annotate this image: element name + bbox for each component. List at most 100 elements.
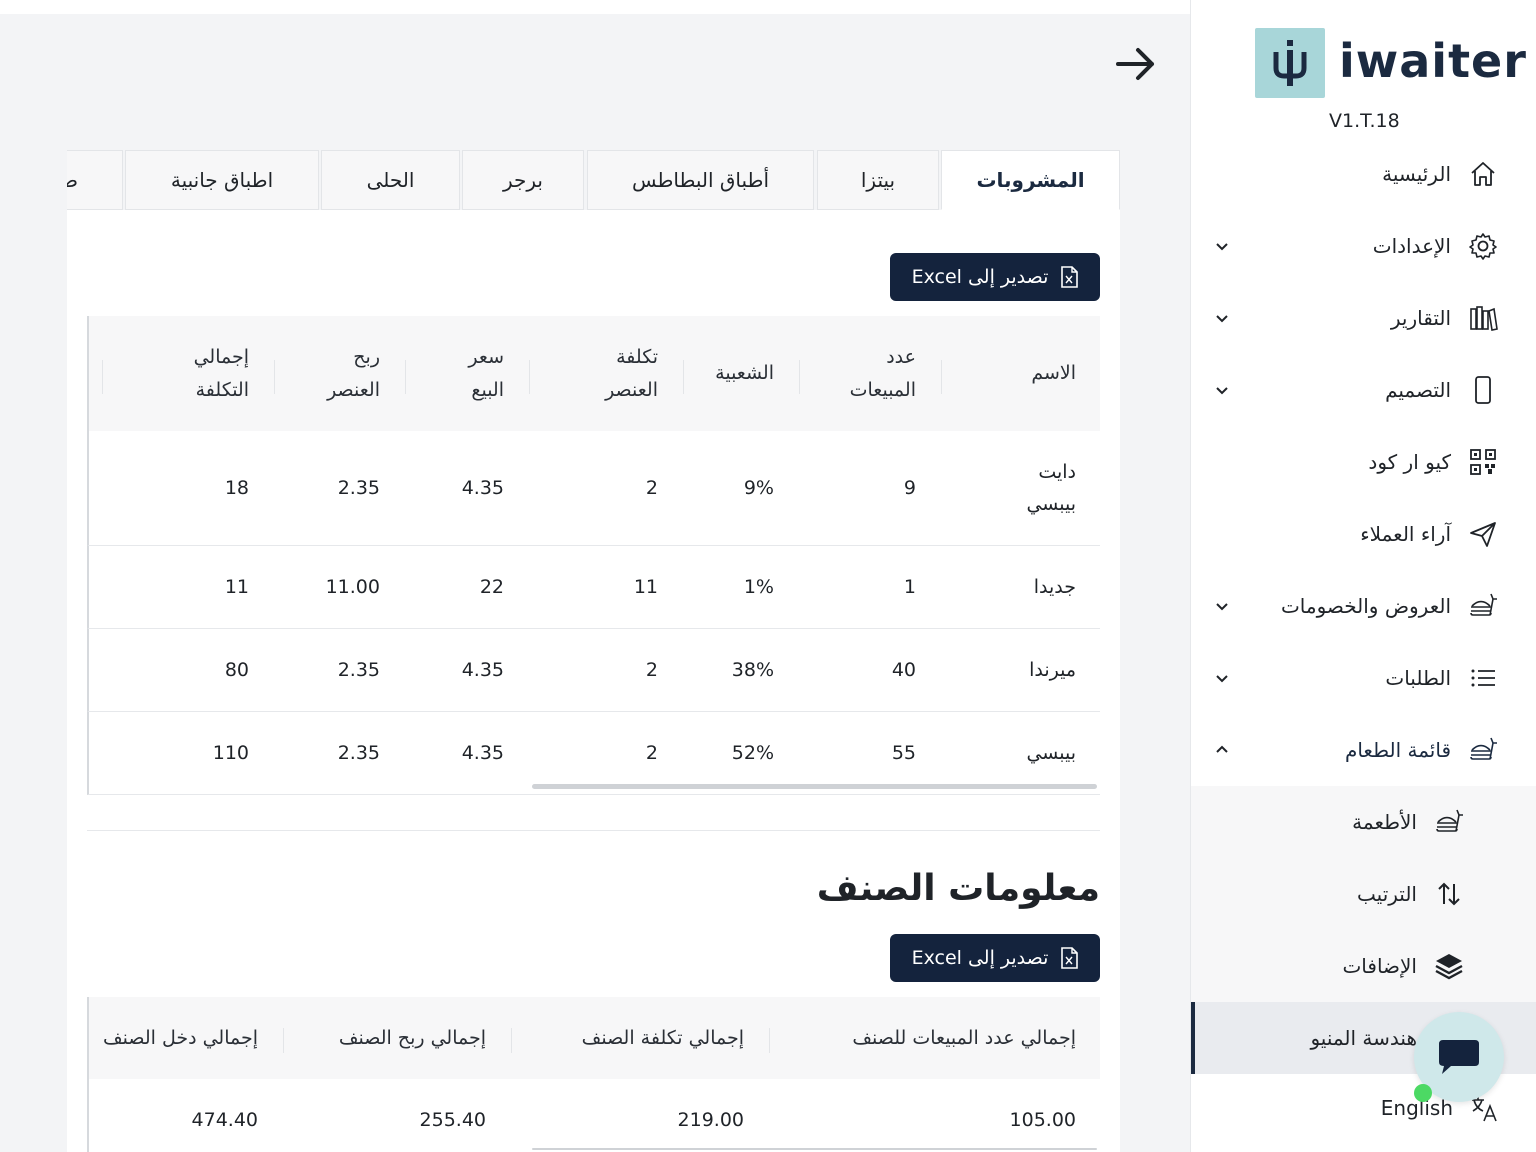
sidebar-item-label: الطلبات xyxy=(1385,666,1451,690)
food-icon xyxy=(1433,806,1465,838)
sidebar-item-label: العروض والخصومات xyxy=(1280,594,1451,618)
chevron-down-icon xyxy=(1216,387,1228,395)
gear-icon xyxy=(1467,230,1499,262)
sidebar-item-orders[interactable]: الطلبات xyxy=(1191,642,1536,714)
total-cost: 110 xyxy=(212,741,249,764)
chevron-up-icon xyxy=(1216,745,1228,753)
sale-price: 4.35 xyxy=(461,658,504,681)
column-header: عدد المبيعات xyxy=(849,346,916,401)
total-income: 474.40 xyxy=(191,1109,258,1132)
sidebar-item-label: الإعدادات xyxy=(1372,234,1451,258)
total-profit: 255.40 xyxy=(419,1109,486,1132)
sidebar-item-label: الأطعمة xyxy=(1352,810,1417,834)
export-excel-button[interactable]: تصدير إلى Excel xyxy=(890,934,1100,982)
table-row: ميرندا 40 38% 2 4.35 2.35 80 xyxy=(87,629,1100,712)
sidebar-item-addons[interactable]: الإضافات xyxy=(1191,930,1536,1002)
popularity: 52% xyxy=(731,741,774,764)
column-header: تكلفة العنصر xyxy=(605,346,658,401)
sales-count: 55 xyxy=(891,741,916,764)
item-profit: 11.00 xyxy=(325,575,380,598)
sidebar-item-offers[interactable]: العروض والخصومات xyxy=(1191,570,1536,642)
column-header: الاسم xyxy=(1031,362,1076,385)
tab-burger[interactable]: برجر xyxy=(462,150,584,210)
sidebar-item-reviews[interactable]: آراء العملاء xyxy=(1191,498,1536,570)
arrow-right-icon[interactable] xyxy=(1112,40,1160,88)
food-icon xyxy=(1467,734,1499,766)
sale-price: 22 xyxy=(479,575,504,598)
category-tabs: المشروبات بيتزا أطباق البطاطس برجر الحلى… xyxy=(67,150,1120,210)
popularity: 38% xyxy=(731,658,774,681)
list-icon xyxy=(1467,662,1499,694)
category-info-table: إجمالي عدد المبيعات للصنف إجمالي تكلفة ا… xyxy=(87,997,1100,1152)
column-header: سعر البيع xyxy=(468,346,504,401)
sidebar-item-design[interactable]: التصميم xyxy=(1191,354,1536,426)
tab-potatoes[interactable]: أطباق البطاطس xyxy=(587,150,814,210)
item-name: ميرندا xyxy=(1029,658,1076,681)
layers-icon xyxy=(1433,950,1465,982)
tab-side-dishes[interactable]: اطباق جانبية xyxy=(125,150,319,210)
sidebar-item-settings[interactable]: الإعدادات xyxy=(1191,210,1536,282)
online-status-dot xyxy=(1414,1084,1432,1102)
qr-code-icon xyxy=(1467,446,1499,478)
chevron-down-icon xyxy=(1216,675,1228,683)
sale-price: 4.35 xyxy=(461,476,504,499)
table-row: دايت بيبسي 9 9% 2 4.35 2.35 18 xyxy=(87,431,1100,546)
item-name: جديدا xyxy=(1033,575,1076,598)
popularity: 1% xyxy=(743,575,774,598)
table-scrollbar[interactable] xyxy=(532,1148,1097,1150)
sale-price: 4.35 xyxy=(461,741,504,764)
sidebar-item-label: هندسة المنيو xyxy=(1310,1026,1417,1050)
mobile-icon xyxy=(1467,374,1499,406)
column-header: ربح العنصر xyxy=(327,346,380,401)
table-scrollbar[interactable] xyxy=(532,784,1097,789)
send-icon xyxy=(1467,518,1499,550)
sidebar-item-home[interactable]: الرئيسية xyxy=(1191,138,1536,210)
chevron-down-icon xyxy=(1216,603,1228,611)
logo-mark xyxy=(1255,28,1325,98)
total-sales: 105.00 xyxy=(1009,1109,1076,1132)
item-cost: 2 xyxy=(645,741,658,764)
sidebar-item-label: الإضافات xyxy=(1342,954,1417,978)
export-excel-button[interactable]: تصدير إلى Excel xyxy=(890,253,1100,301)
sidebar-item-reports[interactable]: التقارير xyxy=(1191,282,1536,354)
table-header: الاسم عدد المبيعات الشعبية تكلفة العنصر … xyxy=(87,316,1100,431)
top-bar xyxy=(0,0,1190,14)
popularity: 9% xyxy=(743,476,774,499)
total-cost: 80 xyxy=(224,658,249,681)
item-cost: 11 xyxy=(633,575,658,598)
sort-icon xyxy=(1433,878,1465,910)
food-menu-submenu: الأطعمة الترتيب الإضافات xyxy=(1191,786,1536,1002)
total-cost: 18 xyxy=(224,476,249,499)
file-excel-icon xyxy=(1061,266,1079,288)
sidebar-item-sorting[interactable]: الترتيب xyxy=(1191,858,1536,930)
sidebar-item-qr-code[interactable]: كيو ار كود xyxy=(1191,426,1536,498)
sales-count: 40 xyxy=(891,658,916,681)
export-excel-label: تصدير إلى Excel xyxy=(911,266,1049,288)
sidebar-item-label: التصميم xyxy=(1385,378,1451,402)
sidebar-item-foods[interactable]: الأطعمة xyxy=(1191,786,1536,858)
column-header: إجمالي دخل الصنف xyxy=(102,1026,258,1049)
sidebar-nav: الرئيسية الإعدادات التقارير التصميم كيو … xyxy=(1191,138,1536,1074)
column-header: إجمالي تكلفة الصنف xyxy=(581,1026,744,1049)
tab-pizza[interactable]: بيتزا xyxy=(817,150,939,210)
column-header: الشعبية xyxy=(715,362,774,385)
tab-drinks[interactable]: المشروبات xyxy=(941,150,1120,210)
sidebar-item-label: كيو ار كود xyxy=(1368,450,1451,474)
logo: iwaiter xyxy=(1255,28,1526,98)
item-profit: 2.35 xyxy=(337,658,380,681)
total-cost: 11 xyxy=(224,575,249,598)
table-row: بيبسي 55 52% 2 4.35 2.35 110 xyxy=(87,712,1100,795)
sidebar: iwaiter V1.T.18 الرئيسية الإعدادات التقا… xyxy=(1190,0,1536,1152)
file-excel-icon xyxy=(1061,947,1079,969)
section-divider xyxy=(87,830,1100,831)
section-title: معلومات الصنف xyxy=(816,868,1100,909)
total-cost: 219.00 xyxy=(677,1109,744,1132)
sidebar-item-food-menu[interactable]: قائمة الطعام xyxy=(1191,714,1536,786)
item-cost: 2 xyxy=(645,658,658,681)
tab-more[interactable]: ص xyxy=(67,150,123,210)
tab-desserts[interactable]: الحلى xyxy=(321,150,460,210)
sidebar-item-label: الرئيسية xyxy=(1382,162,1451,186)
sales-count: 9 xyxy=(903,476,916,499)
column-header: إجمالي عدد المبيعات للصنف xyxy=(852,1026,1076,1049)
items-table: الاسم عدد المبيعات الشعبية تكلفة العنصر … xyxy=(87,316,1100,795)
